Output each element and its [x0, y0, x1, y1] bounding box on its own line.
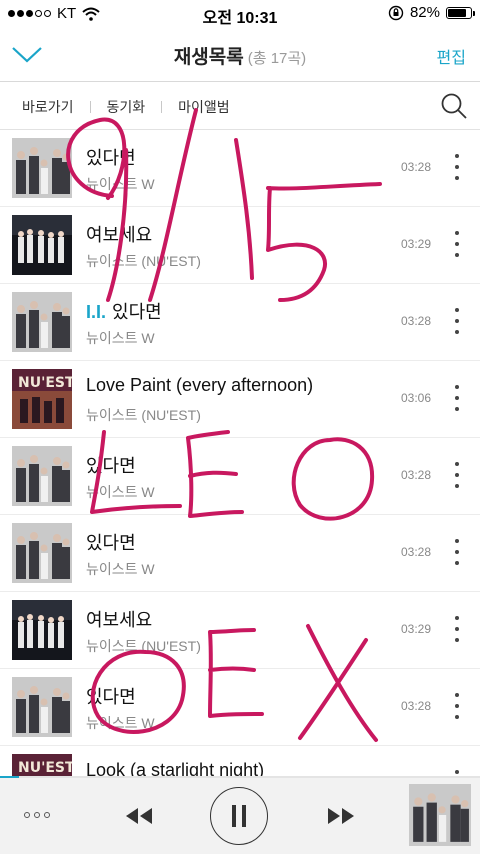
album-art: NU'EST: [12, 754, 72, 778]
more-vertical-icon[interactable]: [452, 385, 462, 411]
track-row[interactable]: 있다면뉴이스트 W 03:28: [0, 438, 480, 515]
more-vertical-icon[interactable]: [452, 154, 462, 180]
track-duration: 03:29: [400, 237, 431, 251]
svg-text:NU'EST: NU'EST: [18, 760, 72, 776]
track-title: 있다면: [86, 144, 136, 170]
track-title-text: 있다면: [86, 148, 136, 168]
track-title: 있다면: [86, 683, 136, 709]
more-vertical-icon[interactable]: [452, 539, 462, 565]
track-duration: 03:28: [400, 699, 431, 713]
more-vertical-icon[interactable]: [452, 616, 462, 642]
track-title-text: 있다면: [86, 456, 136, 476]
search-icon[interactable]: [440, 92, 468, 120]
track-artist: 뉴이스트 W: [86, 176, 155, 192]
track-title: Love Paint (every afternoon): [86, 375, 313, 396]
status-bar: KT 오전 10:31 82%: [0, 0, 480, 28]
track-artist: 뉴이스트 (NU'EST): [86, 253, 201, 269]
sub-navigation: 바로가기 동기화 마이앨범: [0, 83, 480, 130]
track-title: I.I. 있다면: [86, 298, 162, 324]
more-vertical-icon[interactable]: [452, 693, 462, 719]
track-row[interactable]: 있다면뉴이스트 W 03:28: [0, 669, 480, 746]
album-art: [12, 677, 72, 737]
track-row[interactable]: NU'EST Love Paint (every afternoon) 뉴이스트 (…: [0, 361, 480, 438]
album-art: [12, 446, 72, 506]
track-artist: 뉴이스트 (NU'EST): [86, 638, 201, 654]
playlist-header: 재생목록 (총 17곡) 편집: [0, 28, 480, 82]
track-row[interactable]: NU'EST Look (a starlight night): [0, 746, 480, 778]
track-title-text: 여보세요: [86, 610, 153, 630]
track-duration: 03:28: [400, 468, 431, 482]
track-title-text: 있다면: [86, 687, 136, 707]
track-title: 있다면: [86, 529, 136, 555]
album-art: [12, 215, 72, 275]
track-duration: 03:28: [400, 160, 431, 174]
more-vertical-icon[interactable]: [452, 231, 462, 257]
sync-link[interactable]: 동기화: [107, 97, 146, 117]
divider: [161, 101, 163, 113]
track-duration: 03:06: [400, 391, 431, 405]
track-row[interactable]: 여보세요뉴이스트 (NU'EST) 03:29: [0, 592, 480, 669]
battery-percent: 82%: [409, 4, 440, 21]
fast-forward-icon[interactable]: [326, 804, 356, 828]
divider: [89, 101, 91, 113]
more-dots-icon[interactable]: [24, 812, 50, 818]
album-art: [12, 292, 72, 352]
track-title: 여보세요: [86, 606, 152, 632]
track-artist: 뉴이스트 (NU'EST): [86, 407, 201, 423]
svg-text:NU'EST: NU'EST: [18, 375, 72, 391]
edit-button[interactable]: 편집: [437, 44, 466, 68]
track-title-text: 있다면: [112, 302, 162, 322]
track-tag: I.I.: [86, 302, 107, 322]
track-artist: 뉴이스트 W: [86, 561, 155, 577]
rewind-icon[interactable]: [124, 804, 154, 828]
more-vertical-icon[interactable]: [452, 308, 462, 334]
orientation-lock-icon: [388, 5, 404, 20]
mini-player: [0, 778, 480, 854]
my-album-link[interactable]: 마이앨범: [178, 97, 230, 117]
page-title: 재생목록 (총 17곡): [0, 42, 480, 69]
playlist-title: 재생목록: [173, 47, 244, 68]
shortcut-link[interactable]: 바로가기: [22, 97, 74, 117]
track-row[interactable]: 있다면뉴이스트 W 03:28: [0, 515, 480, 592]
album-art: [12, 138, 72, 198]
track-duration: 03:28: [400, 314, 431, 328]
album-art: [12, 523, 72, 583]
track-title: 여보세요: [86, 221, 152, 247]
album-art: [12, 600, 72, 660]
battery-icon: [446, 6, 475, 19]
track-row[interactable]: 있다면뉴이스트 W 03:28: [0, 130, 480, 207]
track-row[interactable]: 여보세요뉴이스트 (NU'EST) 03:29: [0, 207, 480, 284]
now-playing-album-art[interactable]: [409, 784, 471, 846]
track-count: (총 17곡): [247, 50, 307, 67]
track-duration: 03:29: [400, 622, 431, 636]
track-title: 있다면: [86, 452, 136, 478]
track-row[interactable]: I.I. 있다면뉴이스트 W 03:28: [0, 284, 480, 361]
track-artist: 뉴이스트 W: [86, 484, 155, 500]
track-title-text: 여보세요: [86, 225, 153, 245]
album-art: NU'EST: [12, 369, 72, 429]
more-vertical-icon[interactable]: [452, 462, 462, 488]
track-artist: 뉴이스트 W: [86, 715, 155, 731]
track-duration: 03:28: [400, 545, 431, 559]
track-title-text: Love Paint (every afternoon): [86, 375, 314, 395]
track-title-text: 있다면: [86, 533, 136, 553]
track-list[interactable]: 있다면 뉴이스트 W 03:28 여보세요 뉴이스트 (NU'EST) 03:29 I.I.…: [0, 130, 480, 778]
track-artist: 뉴이스트 W: [86, 330, 155, 346]
pause-icon[interactable]: [210, 787, 268, 845]
